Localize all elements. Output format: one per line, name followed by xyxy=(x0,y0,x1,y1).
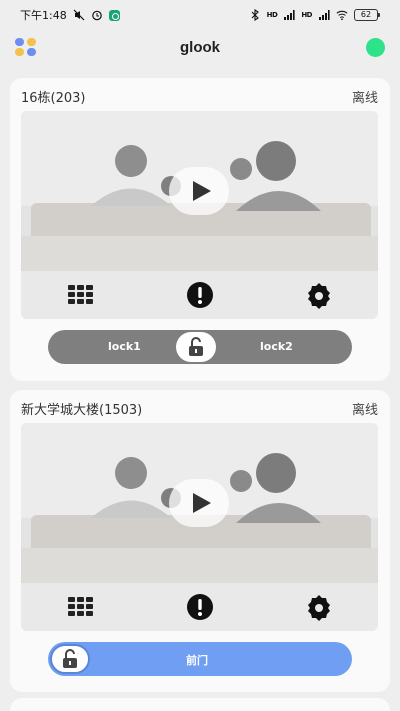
device-status: 离线 xyxy=(351,90,378,106)
play-button[interactable] xyxy=(169,167,229,215)
app-header: glook xyxy=(0,30,400,64)
device-card-header: 新大学城大楼(1503) 离线 xyxy=(21,398,378,418)
unlocked-padlock-icon xyxy=(189,337,203,356)
video-preview[interactable] xyxy=(21,423,378,583)
device-card-header: 16栋(203) 离线 xyxy=(21,86,378,106)
device-card: 16栋(203) 离线 lock1 lock2 xyxy=(10,78,390,381)
wifi-icon xyxy=(336,10,348,21)
settings-button[interactable] xyxy=(299,275,339,315)
dual-lock-slider[interactable]: lock1 lock2 xyxy=(48,330,352,364)
single-lock-slider[interactable]: 前门 xyxy=(48,642,352,676)
signal-2-icon: HD xyxy=(301,11,312,19)
connection-status-indicator[interactable] xyxy=(366,38,385,57)
lock2-label[interactable]: lock2 xyxy=(260,340,293,353)
app-title: glook xyxy=(180,38,220,56)
play-button[interactable] xyxy=(169,479,229,527)
keypad-grid-icon xyxy=(67,597,93,616)
alarm-icon xyxy=(91,10,102,21)
gear-icon xyxy=(307,595,330,621)
front-door-label[interactable]: 前门 xyxy=(186,652,208,668)
device-toolbar xyxy=(21,271,378,319)
next-device-card-peek xyxy=(10,698,390,711)
alert-button[interactable] xyxy=(180,587,220,627)
lock1-label[interactable]: lock1 xyxy=(108,340,141,353)
battery-icon: 62 xyxy=(354,9,380,21)
device-name: 新大学城大楼(1503) xyxy=(21,402,143,418)
alert-button[interactable] xyxy=(180,275,220,315)
device-status: 离线 xyxy=(351,402,378,418)
mute-icon xyxy=(73,9,85,21)
exclamation-icon xyxy=(186,594,213,620)
settings-button[interactable] xyxy=(299,587,339,627)
gear-icon xyxy=(307,283,330,309)
device-card: 新大学城大楼(1503) 离线 前门 xyxy=(10,390,390,692)
keypad-button[interactable] xyxy=(61,275,101,315)
security-app-icon xyxy=(108,9,120,21)
signal-1-icon: HD xyxy=(266,11,278,19)
unlock-knob[interactable] xyxy=(176,332,216,362)
apps-grid-icon[interactable] xyxy=(14,37,38,57)
clock-time: 下午1:48 xyxy=(20,9,67,22)
keypad-grid-icon xyxy=(67,285,93,304)
exclamation-icon xyxy=(186,282,213,308)
video-preview[interactable] xyxy=(21,111,378,271)
keypad-button[interactable] xyxy=(61,587,101,627)
device-toolbar xyxy=(21,583,378,631)
device-name: 16栋(203) xyxy=(21,90,86,106)
cell-signal-icon xyxy=(319,10,330,20)
system-status-bar: 下午1:48 HD HD 62 xyxy=(0,0,400,30)
bluetooth-icon xyxy=(251,9,259,21)
unlock-knob[interactable] xyxy=(50,644,90,674)
cell-signal-icon xyxy=(284,10,295,20)
unlocked-padlock-icon xyxy=(63,649,77,668)
